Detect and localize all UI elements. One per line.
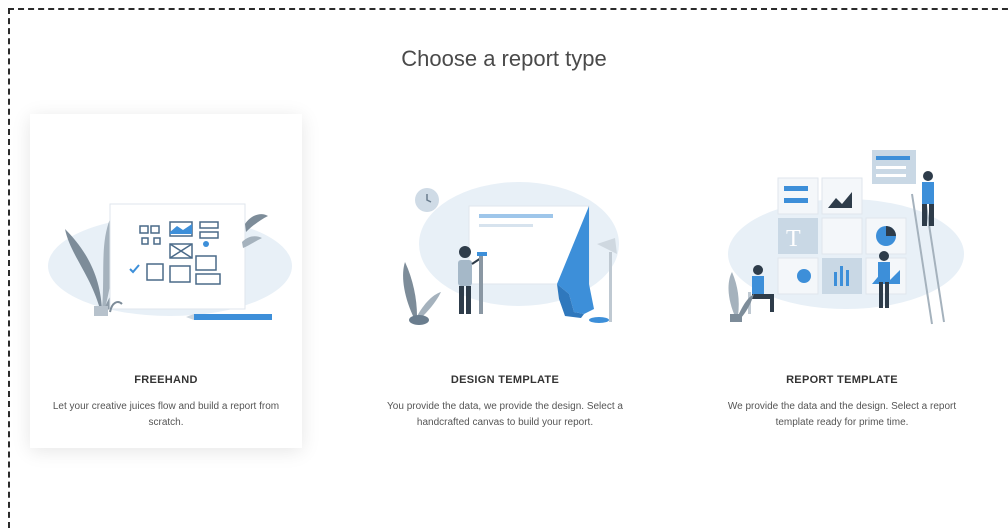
design-template-heading: DESIGN TEMPLATE xyxy=(450,374,560,386)
freehand-illustration-icon xyxy=(48,203,292,320)
report-template-illustration-icon: T xyxy=(728,150,964,325)
svg-text:T: T xyxy=(786,226,801,252)
freehand-card[interactable]: FREEHAND Let your creative juices flow a… xyxy=(30,114,302,448)
report-template-card[interactable]: T REPORT TEMPLATE We provide the data an… xyxy=(706,114,978,448)
design-template-illustration-icon xyxy=(403,182,619,325)
page-title: Choose a report type xyxy=(401,46,607,71)
freehand-heading: FREEHAND xyxy=(134,374,198,386)
report-template-heading: REPORT TEMPLATE xyxy=(786,374,898,386)
design-template-card[interactable]: DESIGN TEMPLATE You provide the data, we… xyxy=(369,114,641,448)
design-template-description: You provide the data, we provide the des… xyxy=(387,401,623,428)
freehand-description: Let your creative juices flow and build … xyxy=(52,401,280,428)
report-template-description: We provide the data and the design. Sele… xyxy=(727,401,957,428)
